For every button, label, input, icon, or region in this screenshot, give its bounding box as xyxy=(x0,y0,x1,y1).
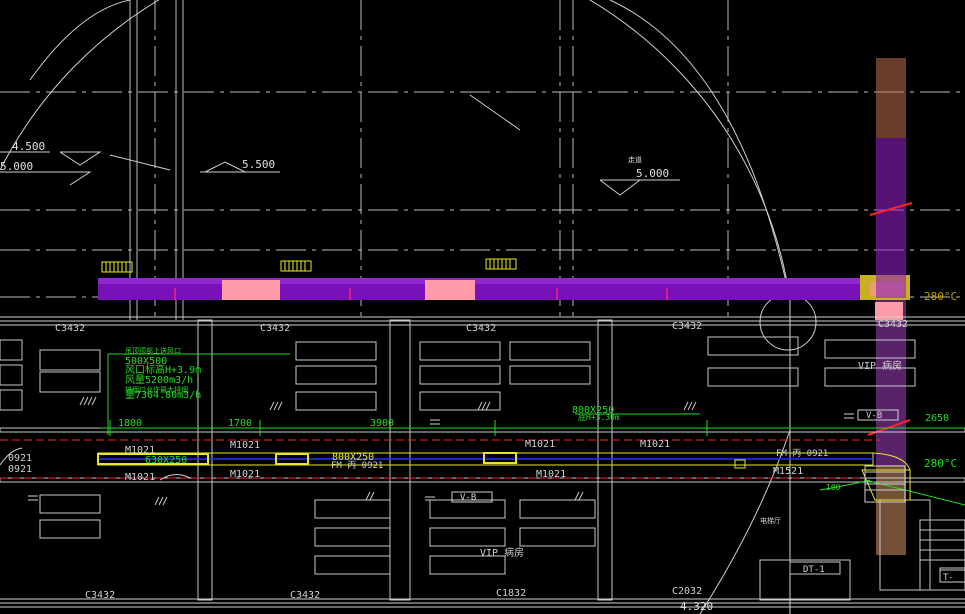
circle-arc-right xyxy=(609,0,791,301)
room-label-corridor: 电梯厅 xyxy=(760,516,781,525)
door-label-lower-3: M1021 xyxy=(536,469,566,480)
window-label-top-5: C3432 xyxy=(878,319,908,330)
cad-viewport[interactable]: 4.500 5.000 5.500 5.000 走道 280°C 280°C C… xyxy=(0,0,965,614)
dim-3900: 3900 xyxy=(370,418,394,429)
dim-100: 100 xyxy=(826,483,841,492)
duct-note-line6: 量7364.80m3/h xyxy=(125,389,201,401)
diffuser-symbols xyxy=(101,258,517,273)
door-label-upper-4: M1021 xyxy=(640,439,670,450)
cad-drawing[interactable]: 4.500 5.000 5.500 5.000 走道 280°C 280°C C… xyxy=(0,0,965,614)
door-label-left-1: 0921 xyxy=(8,453,32,464)
elevation-e3: 5.500 xyxy=(242,158,275,171)
elevation-e4: 5.000 xyxy=(636,167,669,180)
window-label-bottom-2: C3432 xyxy=(290,590,320,601)
door-label-upper-2: M1021 xyxy=(230,440,260,451)
dim-1800: 1800 xyxy=(118,418,142,429)
door-label-lower-4: M1521 xyxy=(773,466,803,477)
circle-arc-left xyxy=(29,0,131,81)
room-label-misc: 走道 xyxy=(628,155,642,164)
elevation-marks xyxy=(0,94,680,196)
temp-label-1: 280°C xyxy=(924,290,957,303)
duct-note-line4: 风量5200m3/h xyxy=(125,374,193,386)
door-label-lower-2: M1021 xyxy=(230,469,260,480)
dim-2650: 2650 xyxy=(925,413,949,424)
dim-1700: 1700 xyxy=(228,418,252,429)
tag-vb1: V-B xyxy=(460,493,476,503)
tag-vb2: V-B xyxy=(866,411,882,421)
elevation-e2: 5.000 xyxy=(0,160,33,173)
fire-door-2: FM 丙 0921 xyxy=(776,448,828,459)
elevation-e1: 4.500 xyxy=(12,140,45,153)
duct-size-a: 630X250 xyxy=(145,455,187,466)
main-duct xyxy=(98,275,910,300)
tag-dt: DT-1 xyxy=(803,565,825,575)
window-label-bottom-1: C3432 xyxy=(85,590,115,601)
door-label-left-2: 0921 xyxy=(8,464,32,475)
door-label-lower-1: M1021 xyxy=(125,472,155,483)
elevation-e5: 4.320 xyxy=(680,600,713,613)
window-label-top-4: C3432 xyxy=(672,321,702,332)
axis-lines xyxy=(0,0,965,320)
temp-label-2: 280°C xyxy=(924,457,957,470)
window-label-top-1: C3432 xyxy=(55,323,85,334)
fire-door-1: FM 丙 0921 xyxy=(331,460,383,471)
room-label-vip-2: VIP 病房 xyxy=(480,546,524,559)
duct-note-line1: 吊顶顶部上送风口 xyxy=(125,346,181,355)
duct-size-c-elev: 底H+3.30m xyxy=(578,412,620,422)
door-label-upper-3: M1021 xyxy=(525,439,555,450)
door-label-upper-1: M1021 xyxy=(125,445,155,456)
window-label-top-3: C3432 xyxy=(466,323,496,334)
tag-t: T- xyxy=(943,573,954,583)
window-label-bottom-3: C1832 xyxy=(496,588,526,599)
window-label-bottom-4: C2032 xyxy=(672,586,702,597)
room-label-vip: VIP 病房 xyxy=(858,359,902,372)
window-label-top-2: C3432 xyxy=(260,323,290,334)
small-circle-marker xyxy=(759,293,817,351)
riser-duct xyxy=(867,58,913,555)
